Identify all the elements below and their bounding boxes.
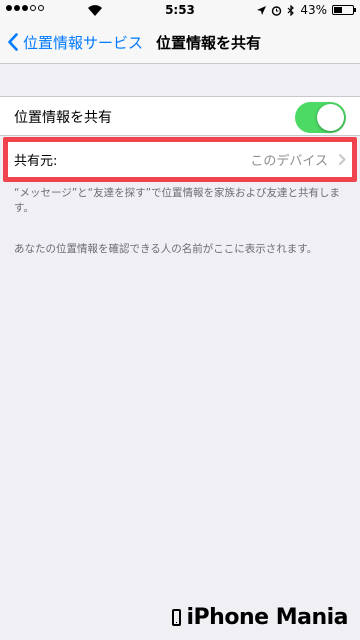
back-label: 位置情報サービス xyxy=(23,33,144,52)
navigation-bar: 位置情報サービス 位置情報を共有 xyxy=(0,20,360,64)
chevron-left-icon xyxy=(8,33,18,51)
page-title: 位置情報を共有 xyxy=(156,33,262,52)
share-location-row: 位置情報を共有 xyxy=(0,96,360,136)
watermark-brand: iPhone Mania xyxy=(186,605,349,630)
share-location-toggle[interactable] xyxy=(295,102,346,133)
source-label: 共有元: xyxy=(14,154,58,169)
battery-icon xyxy=(332,5,356,15)
status-bar: 5:53 43% xyxy=(0,0,360,20)
back-button[interactable]: 位置情報サービス xyxy=(8,20,143,64)
location-arrow-icon xyxy=(257,5,267,15)
toggle-knob xyxy=(317,104,344,131)
phone-icon xyxy=(171,609,181,626)
visibility-note: あなたの位置情報を確認できる人の名前がここに表示されます。 xyxy=(14,243,318,255)
source-value: このデバイス xyxy=(250,154,328,169)
sharing-note: “メッセージ”と“友達を探す”で位置情報を家族および友達と共有します。 xyxy=(14,187,341,214)
alarm-clock-icon xyxy=(272,5,282,16)
watermark: iPhone Mania xyxy=(171,605,349,630)
battery-percent: 43% xyxy=(300,3,327,17)
battery-fill xyxy=(334,7,342,13)
share-location-label: 位置情報を共有 xyxy=(14,110,112,126)
chevron-right-icon xyxy=(338,153,346,166)
source-device-row[interactable]: 共有元: このデバイス xyxy=(8,142,352,177)
bluetooth-icon xyxy=(287,4,295,16)
